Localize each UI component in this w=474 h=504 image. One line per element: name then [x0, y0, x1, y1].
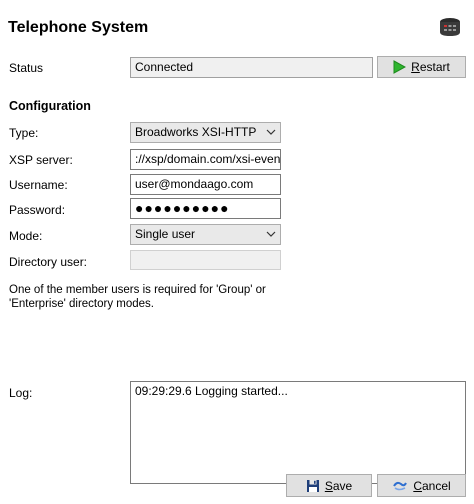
play-icon: [393, 60, 407, 74]
password-label: Password:: [9, 203, 66, 217]
cancel-button[interactable]: Cancel: [377, 474, 466, 497]
mode-label: Mode:: [9, 229, 43, 243]
configuration-heading: Configuration: [9, 99, 91, 113]
chevron-down-icon: [266, 129, 276, 135]
restart-button[interactable]: Restart: [377, 56, 466, 78]
mode-select[interactable]: Single user: [130, 224, 281, 245]
username-label: Username:: [9, 178, 68, 192]
save-button-label: Save: [324, 478, 353, 493]
chevron-down-icon: [266, 231, 276, 237]
password-input[interactable]: ●●●●●●●●●●: [130, 198, 281, 219]
page-title: Telephone System: [8, 19, 149, 36]
mode-select-value: Single user: [135, 227, 196, 241]
log-entry: 09:29:29.6 Logging started...: [135, 384, 288, 398]
cancel-icon: [393, 481, 408, 490]
save-button[interactable]: Save: [286, 474, 372, 497]
directory-mode-note: One of the member users is required for …: [9, 284, 266, 310]
type-select-value: Broadworks XSI-HTTP: [135, 125, 257, 139]
cancel-button-label: Cancel: [413, 478, 451, 493]
directory-user-select: [130, 250, 281, 270]
log-textarea[interactable]: 09:29:29.6 Logging started...: [130, 381, 466, 484]
telephone-icon: [440, 18, 460, 36]
log-label: Log:: [9, 386, 33, 400]
restart-button-label: Restart: [411, 60, 450, 74]
xsp-server-label: XSP server:: [9, 153, 73, 167]
floppy-disk-icon: [306, 479, 319, 492]
xsp-server-input[interactable]: ://xsp/domain.com/xsi-events: [130, 149, 281, 170]
username-input[interactable]: user@mondaago.com: [130, 174, 281, 195]
status-field: Connected: [130, 57, 373, 78]
directory-user-label: Directory user:: [9, 255, 88, 269]
type-label: Type:: [9, 126, 39, 140]
status-label: Status: [9, 61, 44, 75]
type-select[interactable]: Broadworks XSI-HTTP: [130, 122, 281, 143]
